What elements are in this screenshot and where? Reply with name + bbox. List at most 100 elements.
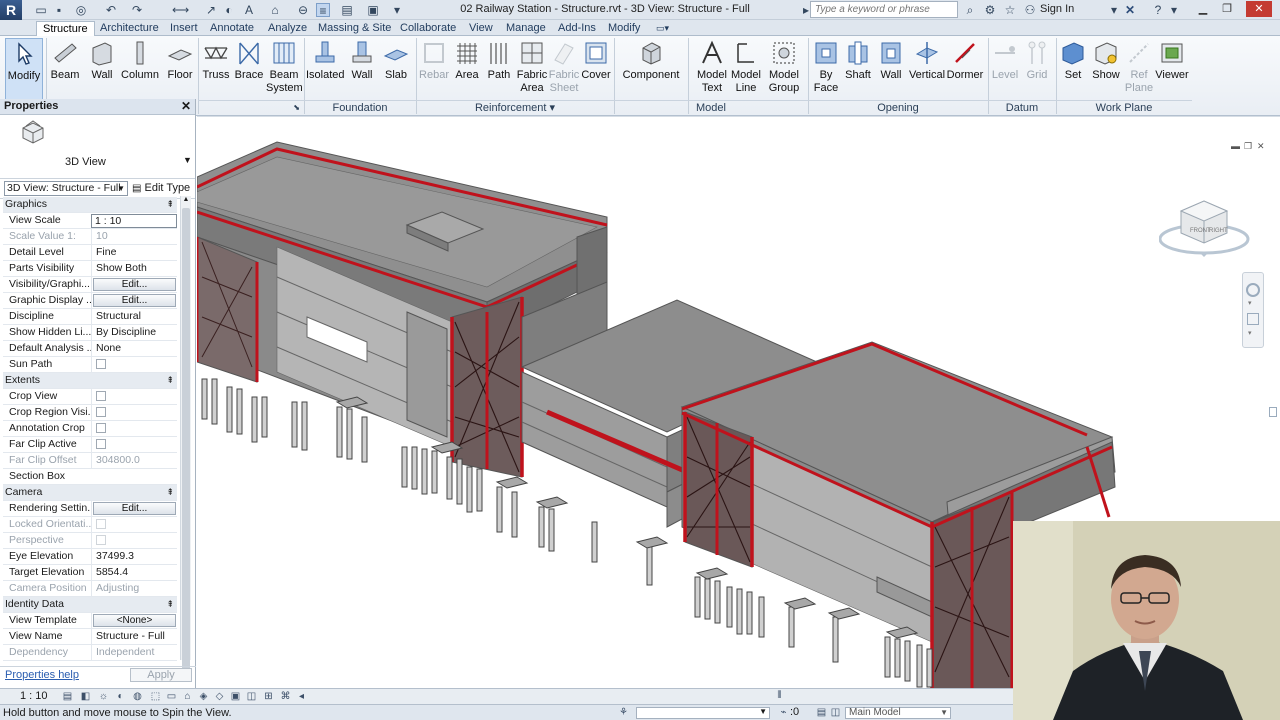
tab-massing-site[interactable]: Massing & Site xyxy=(312,21,397,36)
floor-button[interactable]: Floor xyxy=(164,38,196,100)
tab-architecture[interactable]: Architecture xyxy=(94,21,165,36)
property-checkbox[interactable] xyxy=(96,407,106,417)
foundation-panel-label[interactable]: Foundation xyxy=(304,100,416,114)
property-row[interactable]: Detail Level Fine xyxy=(3,245,177,261)
application-menu-button[interactable]: R xyxy=(0,0,22,20)
active-model-dropdown[interactable]: Main Model ▼ xyxy=(845,707,951,719)
tab-annotate[interactable]: Annotate xyxy=(204,21,260,36)
editing-requests-icon[interactable]: ⌁ xyxy=(778,707,789,718)
minimize-button[interactable]: ▁ xyxy=(1192,1,1214,17)
truss-button[interactable]: Truss xyxy=(200,38,232,100)
property-row[interactable]: Parts Visibility Show Both xyxy=(3,261,177,277)
property-row[interactable]: Section Box xyxy=(3,469,177,485)
text-icon[interactable]: A xyxy=(242,3,256,17)
fabric-area-button[interactable]: Fabric Area xyxy=(516,38,548,100)
tag-icon[interactable]: ◐ xyxy=(222,3,236,17)
property-checkbox[interactable] xyxy=(96,423,106,433)
crop-view-icon[interactable]: ⬚ xyxy=(150,691,161,702)
property-row[interactable]: Target Elevation 5854.4 xyxy=(3,565,177,581)
property-row[interactable]: Dependency Independent xyxy=(3,645,177,661)
close-window-button[interactable]: ✕ xyxy=(1246,1,1272,17)
dimension-icon[interactable]: ↗ xyxy=(204,3,218,17)
set-work-plane-button[interactable]: Set xyxy=(1058,38,1088,100)
crop-region-icon[interactable]: ▭ xyxy=(166,691,177,702)
subscription-icon[interactable]: ⚙ xyxy=(982,2,998,18)
visual-style-icon[interactable]: ◧ xyxy=(80,691,91,702)
sign-in-link[interactable]: Sign In xyxy=(1040,3,1074,15)
default-3d-view-icon[interactable]: ⌂ xyxy=(268,3,282,17)
view-scale-input[interactable]: 1 : 10 xyxy=(91,214,177,228)
workset-dropdown[interactable]: ▼ xyxy=(636,707,770,719)
sun-path-icon[interactable]: ☼ xyxy=(98,691,109,702)
property-value[interactable]: Edit... xyxy=(91,277,177,292)
property-value[interactable]: 5854.4 xyxy=(91,565,177,580)
property-row[interactable]: Crop View xyxy=(3,389,177,406)
switch-windows-icon[interactable]: ▣ xyxy=(366,3,380,17)
close-icon[interactable]: ✕ xyxy=(181,99,191,113)
type-selector[interactable]: 3D View ▼ xyxy=(0,115,195,179)
component-button[interactable]: Component xyxy=(620,38,682,100)
view-scale-button[interactable]: 1 : 10 xyxy=(20,690,48,702)
modify-button[interactable]: Modify xyxy=(5,38,43,100)
area-reinforcement-button[interactable]: Area xyxy=(452,38,482,100)
navigation-wheel-icon[interactable] xyxy=(1246,283,1260,297)
property-edit-button[interactable]: <None> xyxy=(93,614,176,627)
scroll-thumb[interactable] xyxy=(182,208,190,678)
viewcube-front-label[interactable]: FRONT xyxy=(1190,228,1211,234)
thin-lines-icon[interactable]: ≡ xyxy=(316,3,330,18)
viewcube[interactable]: FRONT RIGHT xyxy=(1159,189,1259,269)
undo-icon[interactable]: ↶ xyxy=(104,3,118,17)
property-value[interactable]: Show Both xyxy=(91,261,177,276)
edit-type-button[interactable]: ▤ Edit Type xyxy=(132,182,190,194)
beam-button[interactable]: Beam xyxy=(48,38,82,100)
beam-system-button[interactable]: Beam System xyxy=(266,38,303,100)
rebar-button[interactable]: Rebar xyxy=(418,38,450,100)
property-edit-button[interactable]: Edit... xyxy=(93,294,176,307)
apply-button[interactable]: Apply xyxy=(130,668,192,682)
tab-structure[interactable]: Structure xyxy=(36,21,95,36)
property-row[interactable]: Camera Position Adjusting xyxy=(3,581,177,597)
property-row[interactable]: View Template <None> xyxy=(3,613,177,629)
property-row[interactable]: Scale Value 1: 10 xyxy=(3,229,177,245)
dormer-button[interactable]: Dormer xyxy=(946,38,984,100)
wall-button[interactable]: Wall xyxy=(86,38,118,100)
opening-panel-label[interactable]: Opening xyxy=(808,100,988,114)
property-row[interactable]: Discipline Structural xyxy=(3,309,177,325)
property-row[interactable]: View Scale 1 : 10 xyxy=(3,213,177,229)
datum-panel-label[interactable]: Datum xyxy=(988,100,1056,114)
model-group-button[interactable]: Model Group xyxy=(766,38,802,100)
property-row[interactable]: Show Hidden Li... By Discipline xyxy=(3,325,177,341)
property-row[interactable]: Default Analysis ... None xyxy=(3,341,177,357)
property-value[interactable]: Structure - Full xyxy=(91,629,177,644)
zoom-icon[interactable] xyxy=(1247,313,1259,325)
work-plane-panel-label[interactable]: Work Plane xyxy=(1056,100,1192,114)
opening-by-face-button[interactable]: By Face xyxy=(810,38,842,100)
worksets-icon[interactable]: ⚘ xyxy=(618,707,629,718)
user-icon[interactable]: ⚇ xyxy=(1022,2,1038,18)
fabric-sheet-button[interactable]: Fabric Sheet xyxy=(548,38,580,100)
reveal-constraints-icon[interactable]: ⊞ xyxy=(263,691,274,702)
properties-help-link[interactable]: Properties help xyxy=(5,669,79,681)
property-value[interactable]: Fine xyxy=(91,245,177,260)
model-panel-label[interactable]: Model xyxy=(614,100,808,114)
highlight-displacement-icon[interactable]: ◫ xyxy=(246,691,257,702)
property-group-header[interactable]: Identity Data ⇞ xyxy=(3,597,177,613)
type-dropdown-icon[interactable]: ▼ xyxy=(183,155,192,165)
property-row[interactable]: Perspective xyxy=(3,533,177,550)
help-icon[interactable]: ? xyxy=(1150,2,1166,18)
tab-insert[interactable]: Insert xyxy=(164,21,204,36)
lock-view-icon[interactable]: ⌂ xyxy=(182,691,193,702)
shaft-button[interactable]: Shaft xyxy=(842,38,874,100)
open-icon[interactable]: ▭ xyxy=(34,3,48,17)
property-row[interactable]: View Name Structure - Full xyxy=(3,629,177,645)
level-button[interactable]: Level xyxy=(990,38,1020,100)
property-group-header[interactable]: Camera ⇞ xyxy=(3,485,177,501)
isolated-foundation-button[interactable]: Isolated xyxy=(306,38,345,100)
cover-button[interactable]: Cover xyxy=(580,38,612,100)
path-reinforcement-button[interactable]: Path xyxy=(484,38,514,100)
slab-foundation-button[interactable]: Slab xyxy=(380,38,412,100)
save-icon[interactable]: ▪ xyxy=(52,3,66,17)
favorites-icon[interactable]: ☆ xyxy=(1002,2,1018,18)
restore-button[interactable]: ❐ xyxy=(1216,1,1238,17)
temp-hide-icon[interactable]: ◈ xyxy=(198,691,209,702)
